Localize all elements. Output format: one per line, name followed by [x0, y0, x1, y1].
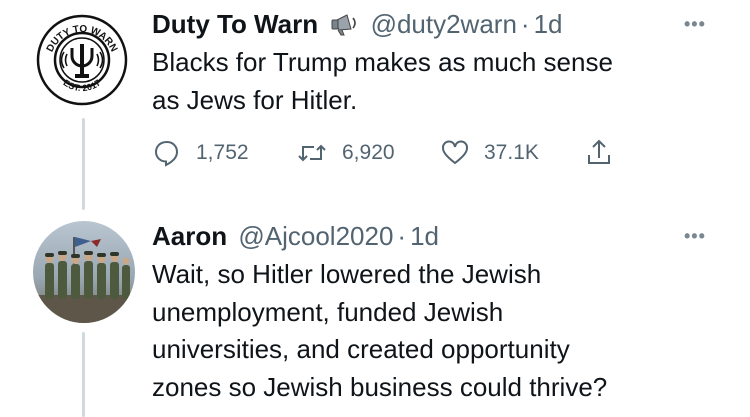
tweet-1-handle[interactable]: @duty2warn	[371, 9, 517, 39]
tweet-2-text-line: unemployment, funded Jewish	[152, 296, 504, 327]
heart-icon	[440, 138, 470, 168]
retweet-icon	[296, 138, 328, 168]
tweet-1-time[interactable]: 1d	[534, 9, 563, 39]
reply-icon	[152, 138, 182, 168]
share-button[interactable]	[584, 137, 614, 169]
tweet-2-display-name[interactable]: Aaron	[152, 221, 227, 251]
tweet-2-text: Wait, so Hitler lowered the Jewish unemp…	[152, 256, 607, 406]
reply-count: 1,752	[196, 141, 249, 164]
thread-line	[82, 332, 85, 417]
reply-button[interactable]: 1,752	[152, 138, 296, 168]
like-count: 37.1K	[484, 141, 539, 164]
tweet-2-time[interactable]: 1d	[410, 221, 439, 251]
tweet-1-actions: 1,752 6,920 37.1K	[152, 136, 614, 170]
logo-seal: DUTY TO WARN EST. 2017	[36, 14, 128, 106]
tweet-1-text-line: as Jews for Hitler.	[152, 84, 358, 115]
tweet-2-text-line: zones so Jewish business could thrive?	[152, 371, 608, 402]
share-icon	[584, 137, 614, 169]
tweet-1-separator: ·	[520, 9, 530, 39]
tweet-1-text: Blacks for Trump makes as much sense as …	[152, 44, 613, 119]
tweet-2-text-line: universities, and created opportunity	[152, 334, 570, 364]
aaron-avatar[interactable]	[33, 221, 135, 323]
retweet-button[interactable]: 6,920	[296, 138, 440, 168]
more-options-icon[interactable]: •••	[684, 226, 706, 247]
like-button[interactable]: 37.1K	[440, 138, 584, 168]
tweet-2-text-line: Wait, so Hitler lowered the Jewish	[152, 259, 542, 289]
tweet-2-separator: ·	[397, 221, 407, 251]
tweet-1-header: Duty To Warn @duty2warn · 1d	[152, 8, 563, 44]
tweet-1-text-line: Blacks for Trump makes as much sense	[152, 47, 613, 77]
soldiers-photo	[33, 221, 135, 323]
tweet-2-header: Aaron @Ajcool2020 · 1d	[152, 220, 439, 252]
more-options-icon[interactable]: •••	[684, 14, 706, 35]
tweet-1-display-name[interactable]: Duty To Warn	[152, 9, 318, 39]
megaphone-icon	[329, 11, 359, 44]
thread-line	[82, 118, 85, 210]
tweet-2-handle[interactable]: @Ajcool2020	[238, 221, 393, 251]
duty-to-warn-avatar[interactable]: DUTY TO WARN EST. 2017	[36, 14, 128, 106]
retweet-count: 6,920	[342, 141, 395, 164]
